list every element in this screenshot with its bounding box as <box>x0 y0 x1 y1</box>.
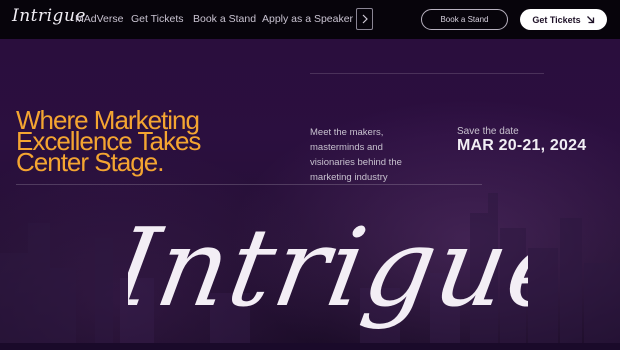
divider-line-top <box>310 73 544 74</box>
hero-intro-text: Meet the makers, masterminds and visiona… <box>310 125 420 185</box>
top-navigation-bar: Intrigue MAdVerse Get Tickets Book a Sta… <box>0 0 620 39</box>
nav-more-button[interactable] <box>356 8 373 30</box>
script-title-text: Intrigue <box>128 205 528 331</box>
arrow-down-right-icon <box>586 16 594 24</box>
hero-headline: Where Marketing Excellence Takes Center … <box>16 107 246 177</box>
get-tickets-button[interactable]: Get Tickets <box>520 9 607 30</box>
intro-line-4: marketing industry <box>310 172 388 183</box>
intro-line-2: masterminds and <box>310 142 383 153</box>
intrigue-script-title: Intrigue <box>128 205 528 331</box>
chevron-right-icon <box>362 14 368 24</box>
nav-link-madverse[interactable]: MAdVerse <box>75 13 123 25</box>
divider-line-middle <box>16 184 482 185</box>
book-a-stand-button[interactable]: Book a Stand <box>421 9 508 30</box>
get-tickets-label: Get Tickets <box>532 14 581 25</box>
intro-line-1: Meet the makers, <box>310 127 384 138</box>
event-date: MAR 20-21, 2024 <box>457 137 587 154</box>
headline-line-3: Center Stage. <box>16 147 164 177</box>
nav-link-get-tickets[interactable]: Get Tickets <box>131 13 184 25</box>
nav-link-book-a-stand[interactable]: Book a Stand <box>193 13 256 25</box>
nav-link-apply-as-speaker[interactable]: Apply as a Speaker <box>262 13 353 25</box>
intro-line-3: visionaries behind the <box>310 157 402 168</box>
save-the-date-label: Save the date <box>457 126 519 137</box>
